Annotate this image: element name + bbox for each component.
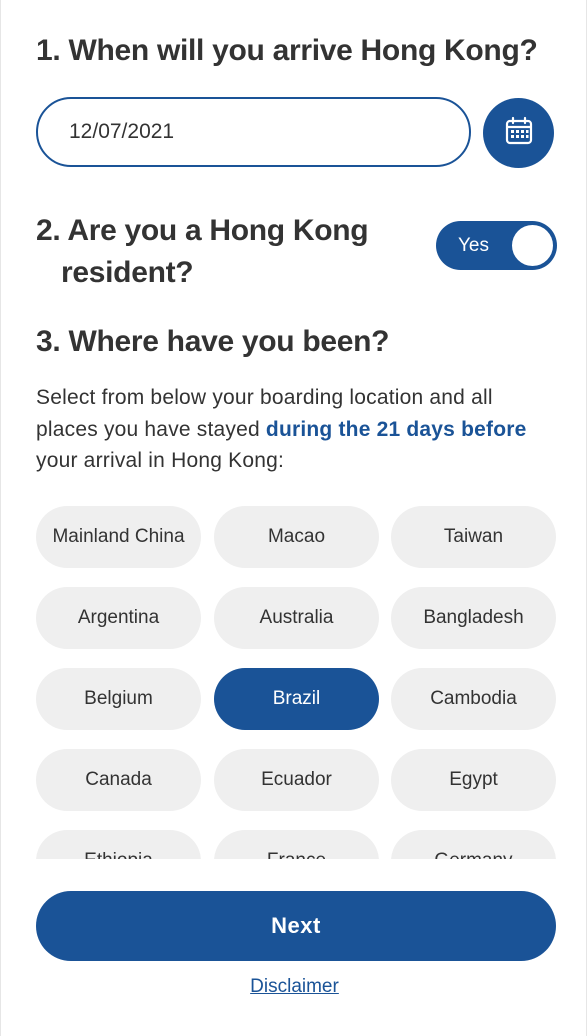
- calendar-icon: [504, 116, 534, 151]
- question-2-title: 2. Are you a Hong Kong resident?: [36, 210, 406, 294]
- location-chip[interactable]: Egypt: [391, 749, 556, 811]
- location-chip[interactable]: France: [214, 830, 379, 859]
- location-chip[interactable]: Cambodia: [391, 668, 556, 730]
- toggle-knob: [512, 225, 553, 266]
- location-chip[interactable]: Germany: [391, 830, 556, 859]
- next-button[interactable]: Next: [36, 891, 556, 961]
- page-frame: 1. When will you arrive Hong Kong? 2. Ar…: [0, 0, 587, 1036]
- location-instructions: Select from below your boarding location…: [36, 382, 556, 477]
- location-chip[interactable]: Macao: [214, 506, 379, 568]
- calendar-button[interactable]: [483, 98, 554, 168]
- question-1-title: 1. When will you arrive Hong Kong?: [36, 34, 538, 67]
- toggle-label: Yes: [458, 235, 489, 256]
- disclaimer-link[interactable]: Disclaimer: [1, 976, 587, 998]
- location-chip[interactable]: Taiwan: [391, 506, 556, 568]
- question-3-title: 3. Where have you been?: [36, 325, 390, 358]
- question-2-line2: resident?: [61, 256, 194, 289]
- arrival-date-input[interactable]: [36, 97, 471, 167]
- location-chip[interactable]: Ethiopia: [36, 830, 201, 859]
- instructions-text-2: your arrival in Hong Kong:: [36, 449, 284, 472]
- instructions-highlight: during the 21 days before: [265, 417, 527, 441]
- location-chip[interactable]: Canada: [36, 749, 201, 811]
- location-chip[interactable]: Mainland China: [36, 506, 201, 568]
- location-chip[interactable]: Belgium: [36, 668, 201, 730]
- question-2-line1: 2. Are you a Hong Kong: [36, 214, 369, 247]
- location-chip[interactable]: Argentina: [36, 587, 201, 649]
- location-chip[interactable]: Brazil: [214, 668, 379, 730]
- location-chip[interactable]: Australia: [214, 587, 379, 649]
- location-chip-grid[interactable]: Mainland China Macao Taiwan Argentina Austra…: [36, 506, 556, 859]
- location-chip[interactable]: Ecuador: [214, 749, 379, 811]
- resident-toggle[interactable]: Yes: [436, 221, 557, 270]
- location-chip[interactable]: Bangladesh: [391, 587, 556, 649]
